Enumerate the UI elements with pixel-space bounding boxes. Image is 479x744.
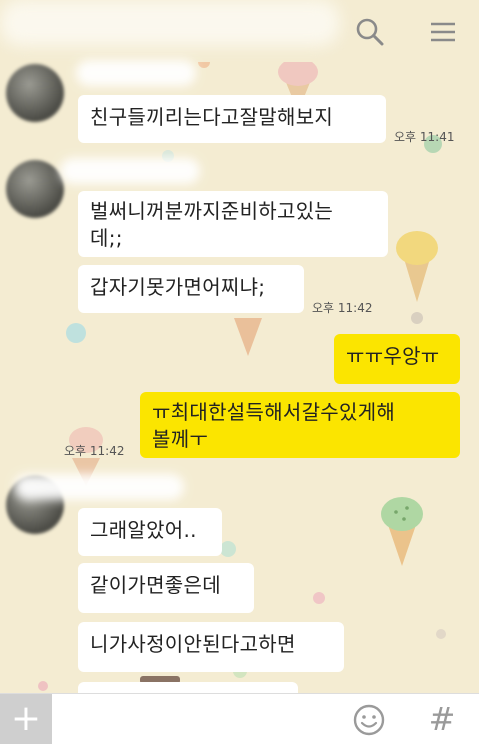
message-bubble[interactable]: 니가사정이안된다고하면 (78, 622, 344, 672)
chat-title-blurred (0, 0, 340, 46)
message-time: 오후 11:42 (312, 301, 373, 315)
ice-cream-decoration-icon (234, 318, 262, 356)
plus-icon[interactable]: + (0, 694, 52, 744)
message-bubble[interactable]: 같이가면좋은데 (78, 563, 254, 613)
ice-cream-decoration-icon (381, 497, 423, 566)
message-bubble[interactable]: 갑자기못가면어찌냐; (78, 265, 304, 313)
sender-name-blurred (76, 60, 196, 86)
emoji-icon[interactable] (352, 703, 386, 737)
message-input-bar: + # (0, 693, 479, 744)
message-bubble[interactable]: 벌써니꺼분까지준비하고있는 데;; (78, 191, 388, 257)
avatar[interactable] (6, 160, 64, 218)
message-bubble-outgoing[interactable]: ㅠㅠ우앙ㅠ (334, 334, 460, 384)
message-bubble[interactable]: 친구들끼리는다고잘말해보지 (78, 95, 386, 143)
message-bubble-outgoing[interactable]: ㅠ최대한설득해서갈수있게해 볼께ㅜ (140, 392, 460, 458)
search-icon[interactable] (354, 16, 386, 48)
avatar[interactable] (6, 64, 64, 122)
message-time: 오후 11:42 (64, 444, 125, 458)
message-bubble[interactable]: 그래알았어.. (78, 508, 222, 556)
message-time: 오후 11:41 (394, 130, 455, 144)
message-input[interactable] (52, 694, 352, 744)
sender-name-blurred (60, 158, 200, 184)
menu-icon[interactable] (427, 16, 459, 48)
ice-cream-decoration-icon (396, 231, 438, 302)
sender-name-blurred (14, 474, 184, 500)
hash-icon[interactable]: # (425, 700, 459, 738)
chat-header (0, 0, 479, 62)
